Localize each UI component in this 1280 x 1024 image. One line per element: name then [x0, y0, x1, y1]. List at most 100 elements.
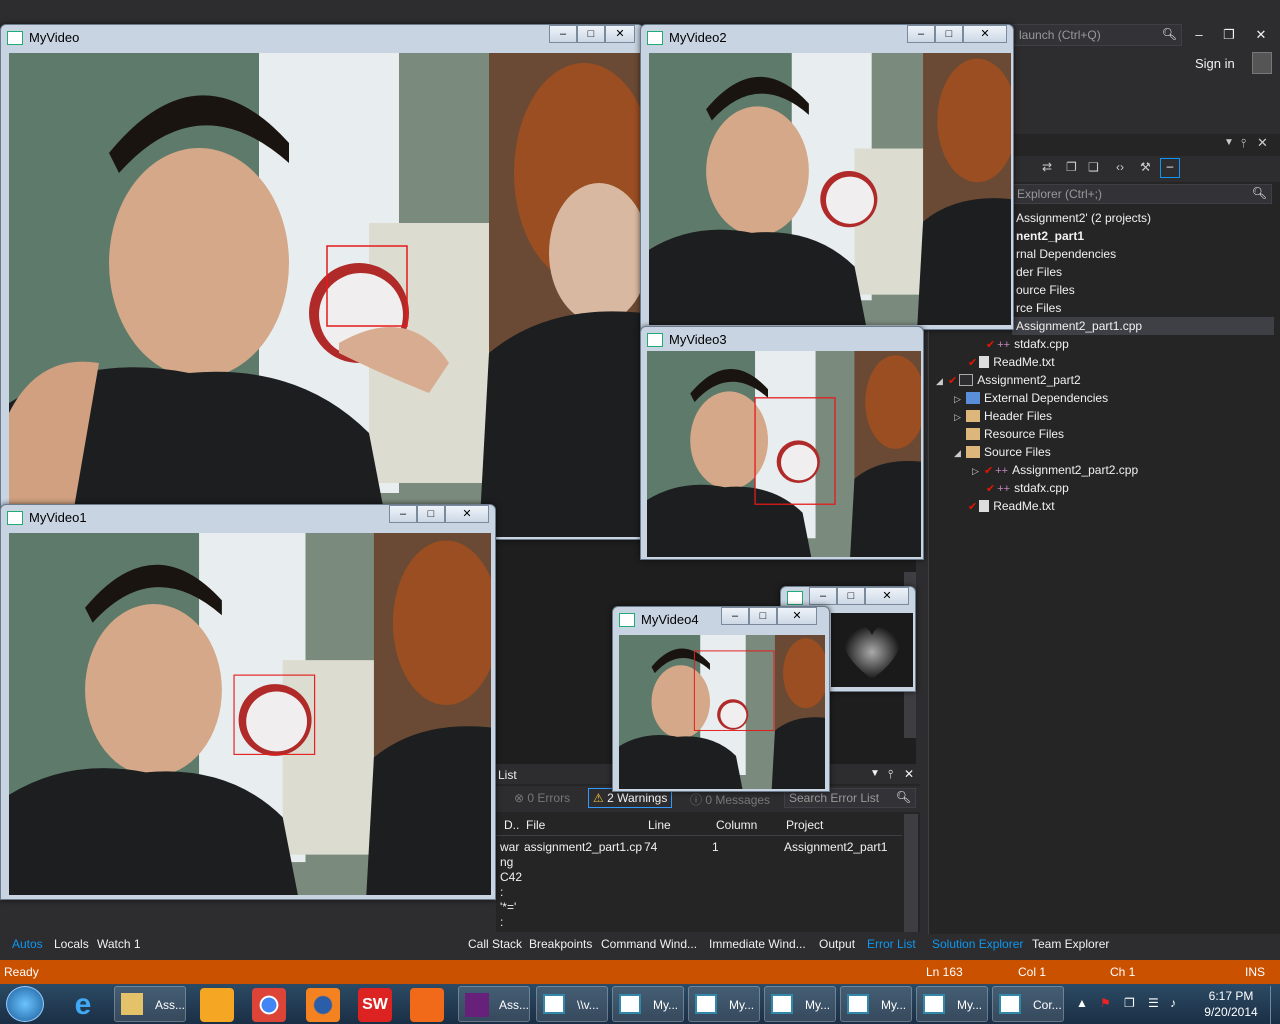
tray-expand-icon[interactable]: ▲	[1076, 996, 1088, 1010]
media-player-icon[interactable]	[200, 988, 234, 1022]
tree-file-part1-cpp[interactable]: Assignment2_part1.cpp	[1012, 317, 1274, 335]
quick-launch-input[interactable]: launch (Ctrl+Q) 🔍︎	[1012, 24, 1182, 46]
close-icon[interactable]: ✕	[777, 607, 817, 625]
col-description[interactable]: D..	[504, 818, 519, 832]
tree-resource-files[interactable]: ource Files	[1016, 281, 1075, 299]
collapse-icon[interactable]: ❐	[1066, 160, 1077, 174]
tab-output[interactable]: Output	[819, 937, 855, 951]
restore-icon[interactable]: ❐	[1216, 24, 1242, 46]
tree-resource-files-2[interactable]: Resource Files	[966, 425, 1064, 443]
taskbar-item-7[interactable]: Cor...	[992, 986, 1064, 1022]
close-icon[interactable]: ✕	[865, 587, 909, 605]
close-panel-icon[interactable]: ✕	[1257, 135, 1268, 151]
tab-immediate-window[interactable]: Immediate Wind...	[709, 937, 806, 951]
taskbar-visual-studio[interactable]: Ass...	[458, 986, 530, 1022]
show-desktop-button[interactable]	[1270, 986, 1280, 1024]
window-myvideo1[interactable]: MyVideo1 – □ ✕	[0, 504, 496, 900]
volume-icon[interactable]: ♪	[1170, 996, 1176, 1010]
tree-file-stdafx-2[interactable]: ✔ ++ stdafx.cpp	[986, 479, 1069, 497]
maximize-icon[interactable]: □	[837, 587, 865, 605]
close-icon[interactable]: ✕	[605, 25, 635, 43]
action-center-icon[interactable]: ⚑	[1100, 996, 1111, 1010]
taskbar-item-4[interactable]: My...	[764, 986, 836, 1022]
col-line[interactable]: Line	[648, 818, 671, 832]
clock[interactable]: 6:17 PM 9/20/2014	[1196, 988, 1266, 1020]
tab-locals[interactable]: Locals	[54, 937, 89, 951]
close-icon[interactable]: ✕	[1248, 24, 1274, 46]
sublime-icon[interactable]	[410, 988, 444, 1022]
dropdown-icon[interactable]: ▼	[870, 768, 880, 779]
window-myvideo4[interactable]: MyVideo4 – □ ✕	[612, 606, 830, 792]
network-icon[interactable]: ☰	[1148, 996, 1159, 1010]
minimize-icon[interactable]: –	[721, 607, 749, 625]
tree-project-part2[interactable]: ◢ ✔ Assignment2_part2	[936, 371, 1081, 389]
properties-icon[interactable]: ⚒	[1140, 160, 1151, 174]
code-icon[interactable]: ‹›	[1116, 160, 1124, 174]
maximize-icon[interactable]: □	[749, 607, 777, 625]
collapsed-triangle-icon[interactable]: ▷	[954, 390, 966, 408]
collapsed-triangle-icon[interactable]: ▷	[972, 462, 984, 480]
close-panel-icon[interactable]: ✕	[904, 767, 914, 781]
col-project[interactable]: Project	[786, 818, 823, 832]
preview-icon[interactable]: –	[1160, 158, 1180, 178]
sync-icon[interactable]: ⇄	[1042, 160, 1052, 174]
se-search-input[interactable]: Explorer (Ctrl+;) 🔍︎	[1010, 184, 1272, 204]
expanded-triangle-icon[interactable]: ◢	[936, 372, 948, 390]
tree-file-stdafx-1[interactable]: ✔ ++ stdafx.cpp	[986, 335, 1069, 353]
internet-explorer-icon[interactable]: e	[66, 988, 100, 1022]
tree-file-readme-2[interactable]: ✔ ReadMe.txt	[968, 497, 1055, 515]
taskbar-item-1[interactable]: \\v...	[536, 986, 608, 1022]
firefox-icon[interactable]	[306, 988, 340, 1022]
dropdown-icon[interactable]: ▼	[1224, 137, 1234, 148]
close-icon[interactable]: ✕	[445, 505, 489, 523]
avatar[interactable]	[1252, 52, 1272, 74]
tree-source-files-2[interactable]: ◢ Source Files	[954, 443, 1051, 461]
maximize-icon[interactable]: □	[577, 25, 605, 43]
maximize-icon[interactable]: □	[935, 25, 963, 43]
solidworks-icon[interactable]: SW	[358, 988, 392, 1022]
taskbar-item-3[interactable]: My...	[688, 986, 760, 1022]
tree-header-files[interactable]: der Files	[1016, 263, 1062, 281]
window-myvideo[interactable]: MyVideo – □ ✕	[0, 24, 644, 540]
tree-solution[interactable]: Assignment2' (2 projects)	[1016, 209, 1151, 227]
pin-icon[interactable]: ⫯	[888, 767, 893, 782]
minimize-icon[interactable]: –	[549, 25, 577, 43]
tab-call-stack[interactable]: Call Stack	[468, 937, 522, 951]
window-myvideo2[interactable]: MyVideo2 – □ ✕	[640, 24, 1014, 330]
messages-filter[interactable]: ⓘ 0 Messages	[690, 791, 770, 808]
error-list-scrollbar[interactable]	[904, 814, 918, 932]
taskbar-explorer[interactable]: Ass...	[114, 986, 186, 1022]
tree-source-files[interactable]: rce Files	[1016, 299, 1061, 317]
device-icon[interactable]: ❐	[1124, 996, 1135, 1010]
minimize-icon[interactable]: –	[809, 587, 837, 605]
tab-breakpoints[interactable]: Breakpoints	[529, 937, 592, 951]
start-button-icon[interactable]	[6, 986, 44, 1022]
col-column[interactable]: Column	[716, 818, 757, 832]
taskbar-item-5[interactable]: My...	[840, 986, 912, 1022]
errors-filter[interactable]: ⊗ 0 Errors	[514, 791, 570, 805]
minimize-icon[interactable]: –	[1186, 24, 1212, 46]
tree-ext-deps[interactable]: rnal Dependencies	[1016, 245, 1116, 263]
minimize-icon[interactable]: –	[389, 505, 417, 523]
tab-team-explorer[interactable]: Team Explorer	[1032, 937, 1109, 951]
tab-autos[interactable]: Autos	[12, 937, 43, 951]
tree-file-part2-cpp[interactable]: ▷ ✔ ++ Assignment2_part2.cpp	[972, 461, 1138, 479]
tab-command-window[interactable]: Command Wind...	[601, 937, 697, 951]
expanded-triangle-icon[interactable]: ◢	[954, 444, 966, 462]
tab-watch1[interactable]: Watch 1	[97, 937, 141, 951]
close-icon[interactable]: ✕	[963, 25, 1007, 43]
col-file[interactable]: File	[526, 818, 545, 832]
tree-ext-deps-2[interactable]: ▷ External Dependencies	[954, 389, 1108, 407]
tree-file-readme-1[interactable]: ✔ ReadMe.txt	[968, 353, 1055, 371]
maximize-icon[interactable]: □	[417, 505, 445, 523]
tab-error-list[interactable]: Error List	[867, 937, 916, 951]
sign-in-link[interactable]: Sign in	[1195, 56, 1235, 71]
window-myvideo3[interactable]: MyVideo3	[640, 326, 924, 560]
tab-solution-explorer[interactable]: Solution Explorer	[932, 937, 1023, 951]
taskbar-item-2[interactable]: My...	[612, 986, 684, 1022]
tree-header-files-2[interactable]: ▷ Header Files	[954, 407, 1052, 425]
chrome-icon[interactable]	[252, 988, 286, 1022]
minimize-icon[interactable]: –	[907, 25, 935, 43]
error-list-row[interactable]: war ng C42 : '*=' : assignment2_part1.cp…	[496, 840, 902, 932]
show-files-icon[interactable]: ❑	[1088, 160, 1099, 174]
